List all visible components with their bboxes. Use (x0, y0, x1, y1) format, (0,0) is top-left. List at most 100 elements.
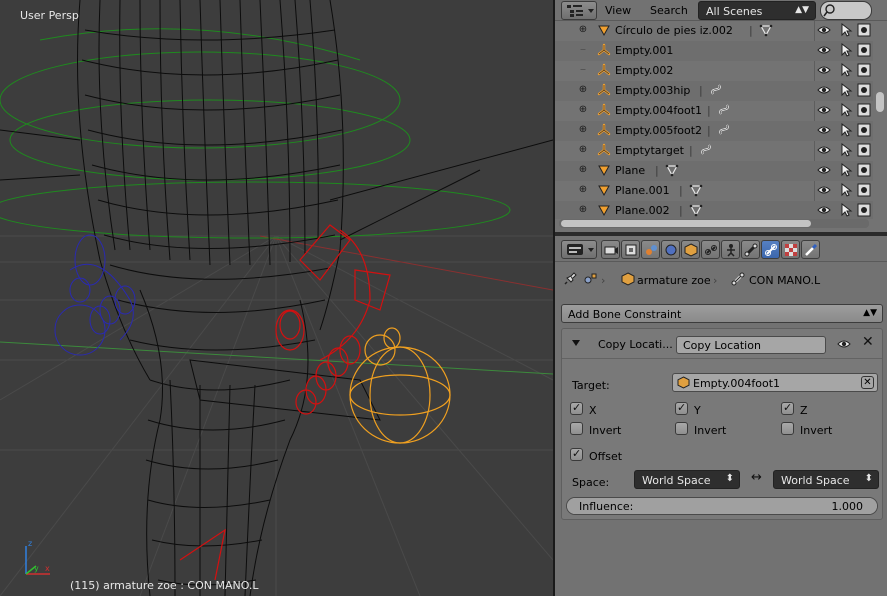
influence-slider[interactable]: Influence: 1.000 (566, 497, 878, 515)
constraint-link-icon[interactable] (709, 83, 723, 97)
add-bone-constraint-dropdown[interactable]: Add Bone Constraint ▲▼ (561, 304, 883, 323)
context-render-button[interactable] (601, 240, 620, 259)
outliner-row-name[interactable]: Empty.001 (615, 44, 673, 57)
constraint-name-input[interactable]: Copy Location (676, 336, 826, 354)
context-constraints-button[interactable] (701, 240, 720, 259)
outliner-row-name[interactable]: Empty.002 (615, 64, 673, 77)
outliner-row[interactable]: ⊕ Plane.002 | (555, 201, 873, 219)
render-camera-icon[interactable] (857, 23, 871, 37)
expand-plus-icon[interactable]: ⊕ (578, 145, 588, 155)
outliner-search-input[interactable] (820, 1, 872, 20)
eye-icon[interactable] (817, 163, 831, 177)
invert-y-checkbox[interactable] (675, 422, 688, 435)
mesh-data-icon[interactable] (689, 203, 703, 217)
render-camera-icon[interactable] (857, 183, 871, 197)
offset-checkbox[interactable] (570, 447, 583, 461)
constraint-link-icon[interactable] (699, 143, 713, 157)
context-render-layers-button[interactable] (621, 240, 640, 259)
render-camera-icon[interactable] (857, 163, 871, 177)
outliner-row-name[interactable]: Plane.001 (615, 184, 670, 197)
outliner-row[interactable]: ⎯ Empty.001 (555, 41, 873, 61)
render-camera-icon[interactable] (857, 43, 871, 57)
eye-icon[interactable] (837, 337, 851, 351)
outliner-row[interactable]: ⎯ Empty.002 (555, 61, 873, 81)
eye-icon[interactable] (817, 103, 831, 117)
expand-plus-icon[interactable]: ⊕ (578, 165, 588, 175)
outliner-row[interactable]: ⊕ Plane | (555, 161, 873, 181)
constraint-link-icon[interactable] (717, 103, 731, 117)
cursor-arrow-icon[interactable] (839, 183, 853, 197)
editor-type-button[interactable] (561, 1, 597, 20)
menu-search[interactable]: Search (650, 4, 688, 17)
target-object-field[interactable]: Empty.004foot1 ✕ (672, 373, 878, 392)
eye-icon[interactable] (817, 123, 831, 137)
eye-icon[interactable] (817, 23, 831, 37)
cursor-arrow-icon[interactable] (839, 103, 853, 117)
expand-plus-icon[interactable]: ⊕ (578, 85, 588, 95)
context-material-button[interactable] (781, 240, 800, 259)
render-camera-icon[interactable] (857, 83, 871, 97)
outliner-row-name[interactable]: Empty.003hip (615, 84, 690, 97)
cursor-arrow-icon[interactable] (839, 23, 853, 37)
outliner-row-name[interactable]: Plane (615, 164, 645, 177)
context-bone-constraints-button[interactable] (761, 240, 780, 259)
mesh-data-icon[interactable] (665, 163, 679, 177)
eye-icon[interactable] (817, 63, 831, 77)
context-world-button[interactable] (661, 240, 680, 259)
outliner-vertical-scrollbar[interactable] (875, 24, 884, 214)
context-texture-button[interactable] (801, 240, 820, 259)
constraint-link-icon[interactable] (717, 123, 731, 137)
context-data-button[interactable] (721, 240, 740, 259)
outliner-row-name[interactable]: Empty.004foot1 (615, 104, 702, 117)
render-camera-icon[interactable] (857, 123, 871, 137)
outliner-row[interactable]: ⊕ Empty.005foot2 | (555, 121, 873, 141)
outliner-row[interactable]: ⊕ Empty.003hip | (555, 81, 873, 101)
cursor-arrow-icon[interactable] (839, 83, 853, 97)
invert-x-checkbox[interactable] (570, 422, 583, 435)
collapse-triangle-icon[interactable] (572, 340, 580, 346)
mesh-data-icon[interactable] (759, 23, 773, 37)
cursor-arrow-icon[interactable] (839, 163, 853, 177)
outliner-row-name[interactable]: Empty.005foot2 (615, 124, 702, 137)
invert-z-checkbox[interactable] (781, 422, 794, 435)
expand-plus-icon[interactable]: ⊕ (578, 125, 588, 135)
eye-icon[interactable] (817, 143, 831, 157)
cursor-arrow-icon[interactable] (839, 143, 853, 157)
cursor-arrow-icon[interactable] (839, 63, 853, 77)
outliner-row[interactable]: ⊕ Plane.001 | (555, 181, 873, 201)
editor-type-button[interactable] (561, 240, 597, 259)
menu-view[interactable]: View (605, 4, 631, 17)
render-camera-icon[interactable] (857, 143, 871, 157)
expand-plus-icon[interactable]: ⊕ (578, 25, 588, 35)
pin-icon[interactable] (563, 272, 577, 286)
eye-icon[interactable] (817, 203, 831, 217)
clear-target-icon[interactable]: ✕ (861, 376, 874, 389)
scrollbar-thumb[interactable] (876, 92, 884, 112)
cursor-arrow-icon[interactable] (839, 203, 853, 217)
use-x-checkbox[interactable] (570, 401, 583, 415)
target-space-dropdown[interactable]: World Space ⬍ (773, 470, 879, 489)
render-camera-icon[interactable] (857, 103, 871, 117)
scrollbar-thumb[interactable] (561, 220, 811, 227)
context-bone-button[interactable] (741, 240, 760, 259)
expand-plus-icon[interactable]: ⊕ (578, 185, 588, 195)
expand-plus-icon[interactable]: ⊕ (578, 205, 588, 215)
outliner-row[interactable]: ⊕ Emptytarget | (555, 141, 873, 161)
constraint-panel-header[interactable]: Copy Locati... Copy Location ✕ (562, 329, 882, 359)
outliner-row[interactable]: ⊕ Empty.004foot1 | (555, 101, 873, 121)
outliner-row[interactable]: ⊕ Círculo de pies iz.002 | (555, 21, 873, 41)
scene-selector-dropdown[interactable]: All Scenes ▲▼ (698, 1, 816, 20)
outliner-row-name[interactable]: Plane.002 (615, 204, 670, 217)
eye-icon[interactable] (817, 83, 831, 97)
mesh-data-icon[interactable] (689, 183, 703, 197)
use-z-checkbox[interactable] (781, 401, 794, 415)
outliner-row-name[interactable]: Círculo de pies iz.002 (615, 24, 733, 37)
use-y-checkbox[interactable] (675, 401, 688, 415)
outliner-row-name[interactable]: Emptytarget (615, 144, 684, 157)
3d-viewport[interactable]: User Persp z y x (115) armature zoe : CO… (0, 0, 553, 596)
eye-icon[interactable] (817, 43, 831, 57)
context-scene-button[interactable] (641, 240, 660, 259)
outliner-horizontal-scrollbar[interactable] (559, 219, 869, 228)
owner-space-dropdown[interactable]: World Space ⬍ (634, 470, 740, 489)
expand-plus-icon[interactable]: ⊕ (578, 105, 588, 115)
